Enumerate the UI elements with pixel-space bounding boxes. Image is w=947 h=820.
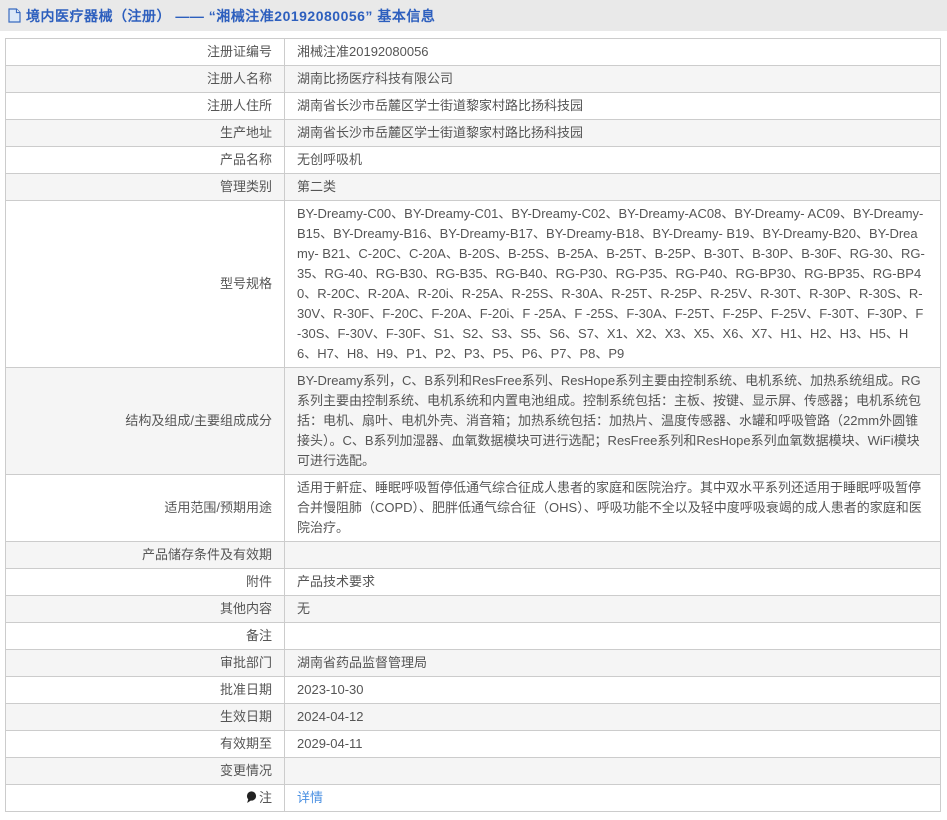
row-value-cell: 详情 [285, 785, 941, 812]
table-row: 审批部门 湖南省药品监督管理局 [6, 650, 941, 677]
table-row: 有效期至 2029-04-11 [6, 731, 941, 758]
table-row: 备注 [6, 623, 941, 650]
table-row: 管理类别 第二类 [6, 174, 941, 201]
row-label: 附件 [246, 574, 272, 589]
detail-link[interactable]: 详情 [297, 790, 323, 805]
row-label-cell: 变更情况 [6, 758, 285, 785]
row-label: 管理类别 [220, 179, 272, 194]
page-title: 境内医疗器械（注册） —— “湘械注准20192080056” 基本信息 [26, 6, 435, 26]
row-label-cell: 管理类别 [6, 174, 285, 201]
row-label-cell: 型号规格 [6, 201, 285, 368]
row-label: 变更情况 [220, 763, 272, 778]
row-label-cell: 生效日期 [6, 704, 285, 731]
row-label-cell: 适用范围/预期用途 [6, 475, 285, 542]
row-label-cell: 有效期至 [6, 731, 285, 758]
table-row: 变更情况 [6, 758, 941, 785]
table-row: 注 详情 [6, 785, 941, 812]
row-value-cell: 无创呼吸机 [285, 147, 941, 174]
row-label: 生效日期 [220, 709, 272, 724]
row-value-cell: BY-Dreamy-C00、BY-Dreamy-C01、BY-Dreamy-C0… [285, 201, 941, 368]
row-value-cell [285, 623, 941, 650]
row-label: 产品储存条件及有效期 [142, 547, 272, 562]
row-label: 产品名称 [220, 152, 272, 167]
row-value: 湖南省药品监督管理局 [297, 655, 427, 670]
row-value-cell: 湖南比扬医疗科技有限公司 [285, 66, 941, 93]
table-row: 产品名称 无创呼吸机 [6, 147, 941, 174]
table-row: 注册人名称 湖南比扬医疗科技有限公司 [6, 66, 941, 93]
registration-info-page: 境内医疗器械（注册） —— “湘械注准20192080056” 基本信息 注册证… [0, 0, 947, 812]
row-value-cell: 2023-10-30 [285, 677, 941, 704]
row-value: 2029-04-11 [297, 736, 363, 751]
row-value-cell: 第二类 [285, 174, 941, 201]
table-row: 生产地址 湖南省长沙市岳麓区学士街道黎家村路比扬科技园 [6, 120, 941, 147]
row-label: 注册人住所 [207, 98, 272, 113]
table-row: 注册证编号 湘械注准20192080056 [6, 39, 941, 66]
row-value: 无 [297, 601, 310, 616]
row-value-cell: 2024-04-12 [285, 704, 941, 731]
note-icon [246, 791, 257, 804]
row-value-cell: 无 [285, 596, 941, 623]
row-label-cell: 备注 [6, 623, 285, 650]
row-value-cell: BY-Dreamy系列，C、B系列和ResFree系列、ResHope系列主要由… [285, 368, 941, 475]
row-label: 适用范围/预期用途 [164, 500, 272, 515]
row-value-cell: 湘械注准20192080056 [285, 39, 941, 66]
row-label: 结构及组成/主要组成成分 [125, 413, 272, 428]
row-value: 2023-10-30 [297, 682, 364, 697]
row-label: 生产地址 [220, 125, 272, 140]
row-label-cell: 审批部门 [6, 650, 285, 677]
row-value: 产品技术要求 [297, 574, 375, 589]
table-row: 其他内容 无 [6, 596, 941, 623]
row-label-cell: 注册证编号 [6, 39, 285, 66]
row-value: 湖南省长沙市岳麓区学士街道黎家村路比扬科技园 [297, 125, 583, 140]
row-label-cell: 生产地址 [6, 120, 285, 147]
row-label-cell: 附件 [6, 569, 285, 596]
document-icon [8, 8, 21, 23]
row-value-cell: 2029-04-11 [285, 731, 941, 758]
row-label-cell: 其他内容 [6, 596, 285, 623]
row-label-cell: 产品名称 [6, 147, 285, 174]
row-value: 湖南省长沙市岳麓区学士街道黎家村路比扬科技园 [297, 98, 583, 113]
row-value-cell: 适用于鼾症、睡眠呼吸暂停低通气综合征成人患者的家庭和医院治疗。其中双水平系列还适… [285, 475, 941, 542]
row-label: 其他内容 [220, 601, 272, 616]
row-value: 湖南比扬医疗科技有限公司 [297, 71, 453, 86]
row-value-cell: 湖南省长沙市岳麓区学士街道黎家村路比扬科技园 [285, 93, 941, 120]
row-value: 2024-04-12 [297, 709, 364, 724]
row-label: 注 [259, 790, 272, 805]
row-value: BY-Dreamy-C00、BY-Dreamy-C01、BY-Dreamy-C0… [297, 206, 925, 361]
row-value-cell: 产品技术要求 [285, 569, 941, 596]
row-label: 注册证编号 [207, 44, 272, 59]
row-label: 有效期至 [220, 736, 272, 751]
row-label: 备注 [246, 628, 272, 643]
table-row: 生效日期 2024-04-12 [6, 704, 941, 731]
row-value: 湘械注准20192080056 [297, 44, 429, 59]
registration-info-table: 注册证编号湘械注准20192080056注册人名称湖南比扬医疗科技有限公司注册人… [5, 38, 941, 812]
table-row: 批准日期 2023-10-30 [6, 677, 941, 704]
row-label: 批准日期 [220, 682, 272, 697]
row-value-cell [285, 758, 941, 785]
table-body: 注册证编号湘械注准20192080056注册人名称湖南比扬医疗科技有限公司注册人… [6, 39, 941, 812]
row-value-cell [285, 542, 941, 569]
table-row: 附件 产品技术要求 [6, 569, 941, 596]
row-value-cell: 湖南省药品监督管理局 [285, 650, 941, 677]
row-value-cell: 湖南省长沙市岳麓区学士街道黎家村路比扬科技园 [285, 120, 941, 147]
row-value: 第二类 [297, 179, 336, 194]
row-label-cell: 批准日期 [6, 677, 285, 704]
row-label: 注册人名称 [207, 71, 272, 86]
table-row: 型号规格 BY-Dreamy-C00、BY-Dreamy-C01、BY-Dream… [6, 201, 941, 368]
row-label-cell: 产品储存条件及有效期 [6, 542, 285, 569]
table-row: 产品储存条件及有效期 [6, 542, 941, 569]
table-row: 注册人住所 湖南省长沙市岳麓区学士街道黎家村路比扬科技园 [6, 93, 941, 120]
row-value: 无创呼吸机 [297, 152, 362, 167]
row-label: 型号规格 [220, 276, 272, 291]
row-label-cell: 注册人住所 [6, 93, 285, 120]
row-value: 适用于鼾症、睡眠呼吸暂停低通气综合征成人患者的家庭和医院治疗。其中双水平系列还适… [297, 480, 922, 535]
row-label-cell: 注册人名称 [6, 66, 285, 93]
row-label-cell: 结构及组成/主要组成成分 [6, 368, 285, 475]
page-header: 境内医疗器械（注册） —— “湘械注准20192080056” 基本信息 [0, 0, 947, 31]
row-label-cell: 注 [6, 785, 285, 812]
row-label: 审批部门 [220, 655, 272, 670]
table-row: 结构及组成/主要组成成分 BY-Dreamy系列，C、B系列和ResFree系列、… [6, 368, 941, 475]
table-row: 适用范围/预期用途 适用于鼾症、睡眠呼吸暂停低通气综合征成人患者的家庭和医院治疗。… [6, 475, 941, 542]
row-value: BY-Dreamy系列，C、B系列和ResFree系列、ResHope系列主要由… [297, 373, 921, 468]
